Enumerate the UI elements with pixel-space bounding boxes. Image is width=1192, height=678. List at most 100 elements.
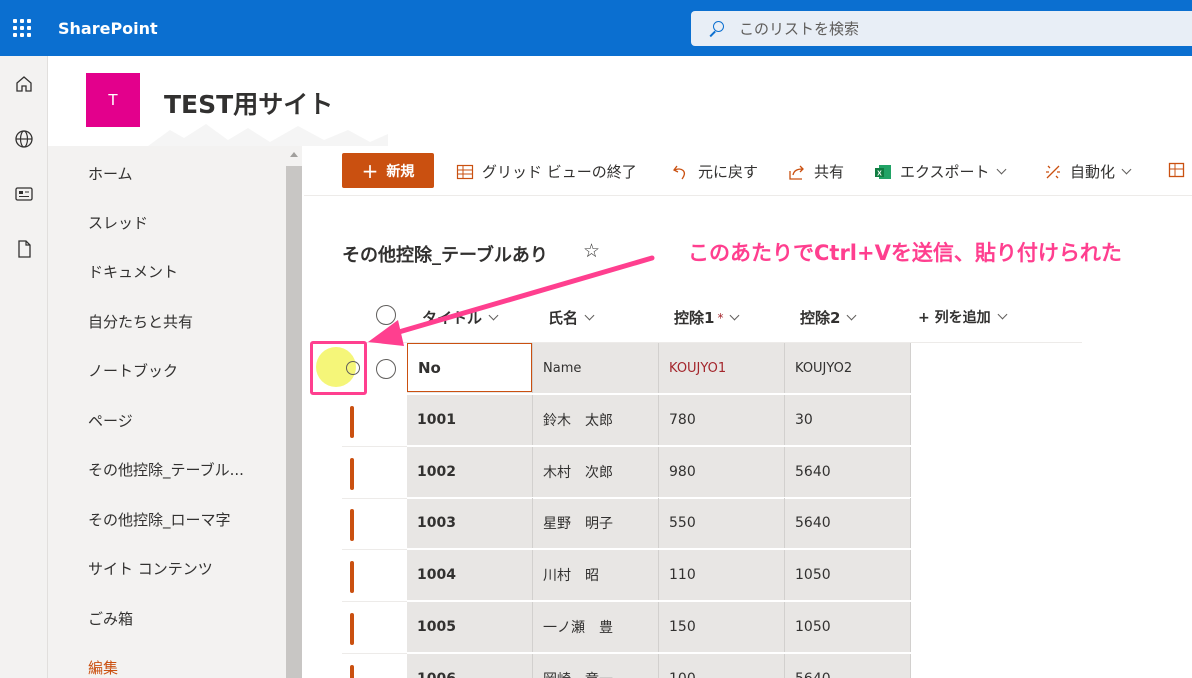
automate-button[interactable]: 自動化 [1044, 161, 1132, 182]
cell-k1[interactable]: 550 [658, 498, 784, 548]
table-row[interactable]: No Name KOUJYO1 KOUJYO2 [342, 343, 911, 395]
table-row[interactable]: 1002 木村 次郎 980 5640 [342, 447, 911, 499]
required-marker: * [717, 310, 724, 325]
cell-name[interactable]: 鈴木 太郎 [532, 395, 658, 445]
cell-k2[interactable]: 1050 [784, 550, 911, 600]
add-column-label: + 列を追加 [918, 310, 991, 326]
home-icon[interactable] [0, 56, 48, 111]
scrollbar-thumb[interactable] [286, 166, 302, 678]
app-launcher-button[interactable] [0, 0, 44, 56]
select-all-radio[interactable] [376, 305, 396, 325]
share-icon [788, 163, 806, 181]
cell-name[interactable]: 岡崎 章一 [532, 654, 658, 678]
app-bar [0, 56, 48, 678]
nav-item-pages[interactable]: ページ [88, 410, 133, 431]
cell-k2[interactable]: KOUJYO2 [784, 343, 911, 393]
annotation-highlight-box [310, 341, 367, 395]
column-header-title[interactable]: タイトル [422, 307, 499, 328]
document-icon[interactable] [0, 221, 48, 276]
cell-k1[interactable]: 110 [658, 550, 784, 600]
chevron-down-icon [488, 310, 499, 320]
table-row[interactable]: 1005 一ノ瀬 豊 150 1050 [342, 602, 911, 654]
column-header-name-label: 氏名 [548, 309, 579, 327]
cell-title[interactable]: No [407, 343, 532, 392]
search-box[interactable]: このリストを検索 [691, 11, 1192, 46]
header-decoration [148, 124, 388, 146]
new-row-indicator [350, 509, 354, 541]
cell-k1[interactable]: KOUJYO1 [658, 343, 784, 393]
add-column-button[interactable]: + 列を追加 [918, 307, 1008, 327]
new-row-indicator [350, 458, 354, 490]
cell-title[interactable]: 1003 [407, 498, 532, 548]
cell-k2[interactable]: 5640 [784, 447, 911, 497]
chevron-down-icon [584, 310, 595, 320]
cell-k1[interactable]: 100 [658, 654, 784, 678]
nav-scrollbar[interactable] [286, 146, 302, 678]
column-header-k1[interactable]: 控除1 * [674, 307, 740, 328]
undo-label: 元に戻す [698, 163, 759, 181]
cell-k2[interactable]: 5640 [784, 498, 911, 548]
nav-item-site-contents[interactable]: サイト コンテンツ [88, 558, 213, 579]
sharepoint-brand-link[interactable]: SharePoint [58, 19, 158, 38]
table-row[interactable]: 1003 星野 明子 550 5640 [342, 498, 911, 550]
automate-label: 自動化 [1070, 163, 1116, 181]
undo-icon [672, 163, 690, 181]
share-button[interactable]: 共有 [788, 161, 844, 182]
cell-title[interactable]: 1006 [407, 654, 532, 678]
excel-icon: X [874, 163, 892, 181]
nav-item-shared[interactable]: 自分たちと共有 [88, 311, 193, 332]
share-label: 共有 [814, 163, 845, 181]
cell-name[interactable]: 川村 昭 [532, 550, 658, 600]
scroll-up-arrow-icon[interactable] [290, 152, 298, 157]
chevron-down-icon [997, 309, 1008, 320]
new-row-indicator [350, 665, 354, 678]
cell-k2[interactable]: 5640 [784, 654, 911, 678]
cell-name[interactable]: 木村 次郎 [532, 447, 658, 497]
row-select-radio[interactable] [376, 359, 396, 379]
favorite-star-icon[interactable]: ☆ [583, 240, 600, 262]
site-logo[interactable]: T [86, 73, 140, 127]
cell-title[interactable]: 1004 [407, 550, 532, 600]
automate-icon [1044, 163, 1062, 181]
site-header: T TEST用サイト [48, 56, 1192, 146]
column-header-k1-label: 控除1 [674, 309, 715, 327]
cell-name[interactable]: 一ノ瀬 豊 [532, 602, 658, 652]
table-row[interactable]: 1001 鈴木 太郎 780 30 [342, 395, 911, 447]
globe-icon[interactable] [0, 111, 48, 166]
column-header-k2[interactable]: 控除2 [800, 307, 857, 328]
search-input[interactable]: このリストを検索 [739, 18, 859, 39]
table-row[interactable]: 1006 岡崎 章一 100 5640 [342, 654, 911, 678]
site-title[interactable]: TEST用サイト [164, 85, 333, 121]
nav-item-home[interactable]: ホーム [88, 163, 133, 184]
exit-grid-view-button[interactable]: グリッド ビューの終了 [456, 161, 637, 182]
cell-name[interactable]: Name [532, 343, 658, 393]
nav-item-notebook[interactable]: ノートブック [88, 360, 178, 381]
cell-name[interactable]: 星野 明子 [532, 498, 658, 548]
cell-k1[interactable]: 150 [658, 602, 784, 652]
chevron-down-icon [1121, 164, 1132, 174]
list-title: その他控除_テーブルあり [342, 245, 548, 266]
cell-k1[interactable]: 780 [658, 395, 784, 445]
new-item-button[interactable]: + 新規 [342, 153, 434, 188]
news-icon[interactable] [0, 166, 48, 221]
cell-k2[interactable]: 1050 [784, 602, 911, 652]
nav-item-list-romaji[interactable]: その他控除_ローマ字 [88, 509, 231, 530]
more-commands-button[interactable] [1168, 161, 1192, 179]
cell-title[interactable]: 1005 [407, 602, 532, 652]
nav-item-threads[interactable]: スレッド [88, 212, 148, 233]
nav-item-recycle-bin[interactable]: ごみ箱 [88, 608, 133, 629]
new-row-indicator [350, 561, 354, 593]
cell-title[interactable]: 1002 [407, 447, 532, 497]
column-header-name[interactable]: 氏名 [548, 307, 595, 328]
undo-button[interactable]: 元に戻す [672, 161, 758, 182]
grid-icon [456, 163, 474, 181]
table-row[interactable]: 1004 川村 昭 110 1050 [342, 550, 911, 602]
export-button[interactable]: X エクスポート [874, 161, 1007, 182]
nav-edit-link[interactable]: 編集 [88, 657, 118, 678]
new-row-indicator [350, 406, 354, 438]
nav-item-list-table[interactable]: その他控除_テーブル... [88, 459, 244, 480]
nav-item-documents[interactable]: ドキュメント [88, 261, 178, 282]
cell-k1[interactable]: 980 [658, 447, 784, 497]
cell-k2[interactable]: 30 [784, 395, 911, 445]
cell-title[interactable]: 1001 [407, 395, 532, 445]
